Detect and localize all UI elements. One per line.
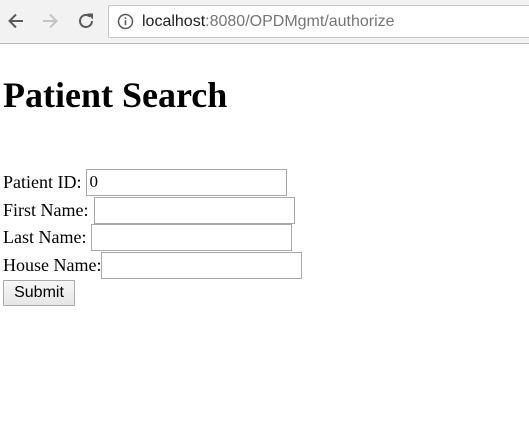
url-text[interactable]: localhost:8080/OPDMgmt/authorize: [142, 12, 395, 32]
page-title: Patient Search: [3, 75, 228, 115]
url-path: :8080/OPDMgmt/authorize: [205, 13, 395, 30]
house-name-row: House Name:: [3, 251, 303, 279]
first-name-row: First Name:: [3, 196, 295, 224]
browser-toolbar: localhost:8080/OPDMgmt/authorize: [0, 0, 529, 44]
info-icon[interactable]: [117, 13, 134, 30]
back-button[interactable]: [2, 7, 30, 35]
url-host: localhost: [142, 13, 206, 30]
last-name-label: Last Name:: [3, 227, 87, 247]
first-name-label: First Name:: [3, 200, 89, 220]
patient-id-row: Patient ID:: [3, 168, 287, 196]
house-name-input[interactable]: [101, 251, 303, 279]
last-name-row: Last Name:: [3, 223, 293, 251]
last-name-input[interactable]: [91, 223, 293, 251]
patient-id-label: Patient ID:: [3, 172, 82, 192]
forward-button[interactable]: [36, 7, 64, 35]
address-bar[interactable]: localhost:8080/OPDMgmt/authorize: [108, 5, 529, 38]
forward-arrow-icon: [43, 13, 58, 29]
first-name-input[interactable]: [93, 196, 295, 224]
back-arrow-icon: [8, 13, 23, 29]
reload-button[interactable]: [72, 7, 100, 35]
submit-button[interactable]: Submit: [3, 280, 75, 306]
house-name-label: House Name:: [3, 255, 102, 275]
patient-id-input[interactable]: [85, 168, 287, 196]
reload-icon: [79, 13, 93, 28]
